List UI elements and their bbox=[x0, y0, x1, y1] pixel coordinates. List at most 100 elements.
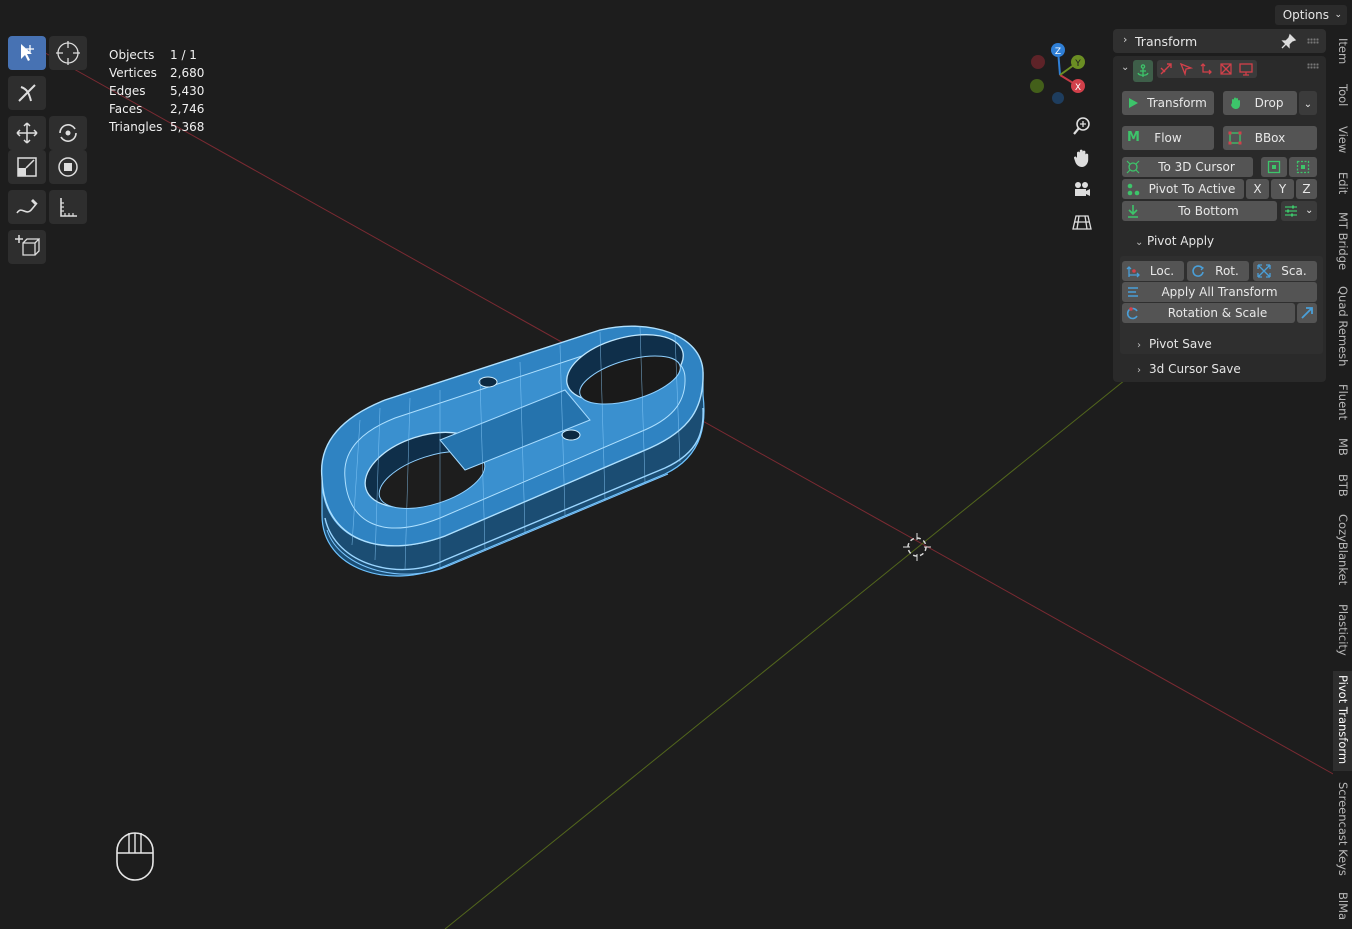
apply-all-transform-button[interactable]: Apply All Transform bbox=[1122, 282, 1317, 302]
chevron-right-icon: › bbox=[1137, 365, 1141, 376]
measure-ruler-icon bbox=[60, 198, 77, 217]
zoom-magnifier-icon bbox=[1073, 117, 1090, 135]
diagonal-arrow-icon bbox=[1301, 307, 1313, 319]
bbox-icon bbox=[1228, 131, 1242, 145]
list-lines-icon bbox=[1128, 287, 1138, 297]
options-button[interactable]: Options ⌄ bbox=[1274, 5, 1347, 25]
drag-handle-icon[interactable] bbox=[1307, 63, 1319, 69]
pivot-dots-icon bbox=[1127, 183, 1140, 196]
chevron-right-icon: › bbox=[1123, 33, 1128, 46]
tweak-tool[interactable] bbox=[8, 76, 46, 110]
viewport-navigation bbox=[1068, 112, 1096, 240]
apply-location-button[interactable]: Loc. bbox=[1122, 261, 1184, 281]
chevron-down-icon: ⌄ bbox=[1135, 237, 1144, 248]
panel-title: Transform bbox=[1135, 34, 1198, 49]
transform-button[interactable]: Transform bbox=[1122, 91, 1214, 115]
camera-view-button[interactable] bbox=[1068, 176, 1096, 204]
square-dashed-icon bbox=[1296, 160, 1310, 174]
tab-view[interactable]: View bbox=[1333, 126, 1352, 156]
rotate-tool[interactable] bbox=[49, 116, 87, 150]
select-box-tool[interactable] bbox=[8, 36, 46, 70]
play-icon bbox=[1129, 98, 1138, 108]
bottom-settings-dropdown[interactable]: ⌄ bbox=[1281, 201, 1317, 221]
stat-row: Objects 1 / 1 bbox=[109, 48, 197, 62]
cursor-target-icon bbox=[1126, 160, 1140, 174]
tab-item[interactable]: Item bbox=[1333, 38, 1352, 68]
cursor-crosshair-icon bbox=[56, 41, 80, 65]
3d-viewport[interactable]: Options ⌄ Objects 1 / 1 Vertices 2,680 E… bbox=[0, 0, 1352, 929]
transform-tool[interactable] bbox=[49, 150, 87, 184]
annotate-pen-icon bbox=[16, 199, 38, 214]
drag-handle-icon[interactable] bbox=[1307, 38, 1319, 44]
tab-btb[interactable]: BTB bbox=[1333, 474, 1352, 500]
drop-options-dropdown[interactable]: ⌄ bbox=[1299, 91, 1317, 115]
annotate-tool[interactable] bbox=[8, 190, 46, 224]
3d-cursor-icon bbox=[903, 533, 931, 561]
rotate-icon bbox=[59, 124, 77, 142]
chevron-down-icon[interactable]: ⌄ bbox=[1121, 62, 1129, 73]
measure-tool[interactable] bbox=[49, 190, 87, 224]
axis-pivot-icon[interactable] bbox=[1199, 62, 1213, 76]
tab-quad-remesh[interactable]: Quad Remesh bbox=[1333, 286, 1352, 370]
snap-icon[interactable] bbox=[1159, 62, 1173, 76]
move-tool[interactable] bbox=[8, 116, 46, 150]
cursor-option-a-button[interactable] bbox=[1261, 157, 1287, 177]
stat-row: Faces 2,746 bbox=[109, 102, 205, 116]
tab-edit[interactable]: Edit bbox=[1333, 172, 1352, 198]
download-arrow-icon bbox=[1128, 205, 1138, 218]
svg-text:X: X bbox=[1075, 83, 1081, 93]
tab-screencast-keys[interactable]: Screencast Keys bbox=[1333, 782, 1352, 878]
tab-plasticity[interactable]: Plasticity bbox=[1333, 604, 1352, 660]
cursor-option-b-button[interactable] bbox=[1289, 157, 1317, 177]
options-label: Options bbox=[1282, 8, 1329, 22]
drop-button[interactable]: Drop bbox=[1223, 91, 1297, 115]
rotation-scale-option-button[interactable] bbox=[1297, 303, 1317, 323]
neg-x-icon[interactable] bbox=[1031, 55, 1045, 69]
perspective-toggle-button[interactable] bbox=[1068, 208, 1096, 236]
scale-icon bbox=[17, 157, 37, 177]
bbox-button[interactable]: BBox bbox=[1223, 126, 1317, 150]
pin-icon[interactable] bbox=[1281, 33, 1297, 49]
tab-fluent[interactable]: Fluent bbox=[1333, 384, 1352, 424]
tab-cozyblanket[interactable]: CozyBlanket bbox=[1333, 514, 1352, 590]
flow-m-icon: M bbox=[1127, 130, 1140, 145]
neg-y-icon[interactable] bbox=[1030, 79, 1044, 93]
transform-panel-header[interactable]: › Transform bbox=[1113, 29, 1326, 53]
hand-icon bbox=[1073, 149, 1089, 167]
chevron-down-icon: ⌄ bbox=[1303, 99, 1313, 110]
tab-mb[interactable]: MB bbox=[1333, 438, 1352, 460]
tab-pivot-transform[interactable]: Pivot Transform bbox=[1333, 671, 1352, 771]
mesh-object[interactable] bbox=[320, 323, 705, 577]
cursor-tool[interactable] bbox=[49, 36, 87, 70]
apply-rotation-button[interactable]: Rot. bbox=[1187, 261, 1249, 281]
pivot-save-header[interactable]: › Pivot Save bbox=[1137, 337, 1212, 351]
pivot-to-active-button[interactable]: Pivot To Active bbox=[1122, 179, 1244, 199]
tab-tool[interactable]: Tool bbox=[1333, 84, 1352, 112]
tab-mt-bridge[interactable]: MT Bridge bbox=[1333, 212, 1352, 272]
to-bottom-button[interactable]: To Bottom bbox=[1122, 201, 1277, 221]
axis-y-toggle[interactable]: Y bbox=[1271, 179, 1294, 199]
hand-green-icon bbox=[1231, 97, 1240, 109]
cancel-pivot-icon[interactable] bbox=[1219, 62, 1233, 76]
pivot-apply-header[interactable]: ⌄ Pivot Apply bbox=[1135, 234, 1214, 248]
axis-z-toggle[interactable]: Z bbox=[1296, 179, 1317, 199]
cursor-save-header[interactable]: › 3d Cursor Save bbox=[1137, 362, 1241, 376]
rotation-scale-button[interactable]: Rotation & Scale bbox=[1122, 303, 1295, 323]
monitor-icon[interactable] bbox=[1239, 62, 1253, 76]
axis-x-toggle[interactable]: X bbox=[1246, 179, 1269, 199]
anchor-mode-button[interactable] bbox=[1133, 60, 1153, 82]
navigation-gizmo[interactable]: Z Y X bbox=[1025, 40, 1095, 110]
transform-icon bbox=[58, 157, 78, 177]
flow-button[interactable]: M Flow bbox=[1122, 126, 1214, 150]
zoom-button[interactable] bbox=[1068, 112, 1096, 140]
to-3d-cursor-button[interactable]: To 3D Cursor bbox=[1122, 157, 1253, 177]
mouse-icon bbox=[116, 832, 154, 881]
tab-blma[interactable]: BlMa bbox=[1333, 892, 1352, 929]
neg-z-icon[interactable] bbox=[1052, 92, 1064, 104]
add-cube-tool[interactable] bbox=[8, 230, 46, 264]
cursor-red-icon[interactable] bbox=[1179, 62, 1193, 76]
apply-scale-button[interactable]: Sca. bbox=[1253, 261, 1317, 281]
pan-button[interactable] bbox=[1068, 144, 1096, 172]
scale-tool[interactable] bbox=[8, 150, 46, 184]
chevron-right-icon: › bbox=[1137, 340, 1141, 351]
